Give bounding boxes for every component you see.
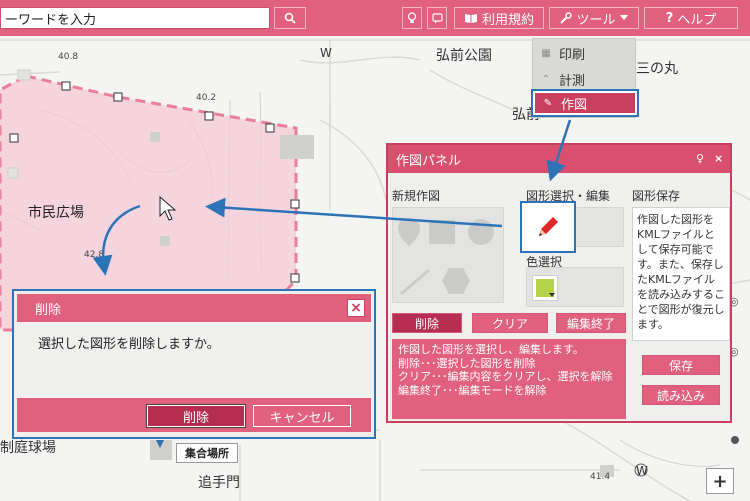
map-label-elev3: 42.8 [84, 250, 105, 260]
save-description: 作図した図形をKMLファイルとして保存可能です。また、保存したKMLファイルを読… [632, 207, 730, 341]
terms-button[interactable]: 利用規約 [454, 7, 544, 29]
help-line-1: 作図した図形を選択し、編集します。 [398, 343, 584, 356]
map-label-sannomaru: 三の丸 [636, 61, 678, 77]
delete-dialog-message: 選択した図形を削除しますか。 [38, 337, 220, 352]
search-button[interactable] [274, 7, 306, 29]
close-icon[interactable]: × [714, 152, 723, 165]
draw-panel-header: 作図パネル [388, 145, 730, 173]
menu-item-draw[interactable]: ✎ 作図 [531, 89, 639, 117]
measure-icon: ⌃ [541, 73, 551, 85]
map-label-elev1: 40.8 [58, 52, 79, 62]
caret-down-icon [549, 293, 555, 297]
circle-tool [468, 219, 494, 245]
zoom-in-button[interactable]: + [706, 468, 734, 494]
select-edit-button[interactable] [520, 201, 576, 253]
close-icon[interactable]: × [347, 299, 365, 317]
question-icon: ? [665, 10, 674, 26]
map-label-park: 弘前公園 [436, 48, 492, 64]
help-line-2: 削除･･･選択した図形を削除 [398, 356, 536, 370]
tools-label: ツール [576, 12, 616, 28]
print-icon: ▦ [541, 47, 551, 59]
save-button[interactable]: 保存 [642, 355, 720, 375]
map-label-w2: W [636, 464, 648, 478]
delete-dialog-title: 削除 [35, 302, 62, 318]
shape-tool-icons [398, 218, 494, 296]
map-label-w1: W [320, 46, 332, 60]
map-label-outeumon: 追手門 [198, 475, 240, 491]
map-label-stadium: 制庭球場 [0, 440, 56, 456]
point-tool [398, 218, 420, 246]
clear-button[interactable]: クリア [472, 313, 548, 333]
save-title: 図形保存 [632, 189, 681, 203]
help-button[interactable]: ? ヘルプ [644, 7, 738, 29]
delete-confirm-dialog: 削除 × 選択した図形を削除しますか。 削除 キャンセル [12, 289, 376, 439]
help-line-3: クリア･･･編集内容をクリアし、選択を解除 [398, 370, 613, 383]
cancel-button[interactable]: キャンセル [253, 405, 351, 427]
hexagon-tool [442, 268, 470, 294]
color-swatch-button[interactable] [532, 275, 558, 301]
new-draw-tools [392, 207, 504, 303]
search-icon [284, 12, 296, 24]
delete-shape-button[interactable]: 削除 [392, 313, 462, 333]
terms-label: 利用規約 [481, 12, 534, 28]
menu-item-measure[interactable]: ⌃ 計測 [533, 67, 637, 91]
top-toolbar: 利用規約 ツール ? ヘルプ [0, 0, 750, 36]
tools-dropdown-menu: ▦ 印刷 ⌃ 計測 ✎ 作図 [531, 38, 639, 118]
menu-item-draw-label: 作図 [561, 97, 588, 113]
pencil-icon: ✎ [543, 97, 553, 109]
lightbulb-icon[interactable]: ♀ [696, 152, 704, 165]
line-tool [400, 268, 430, 296]
map-label-plaza: 市民広場 [28, 205, 84, 221]
lightbulb-icon [407, 12, 417, 23]
draw-panel-title: 作図パネル [396, 153, 462, 169]
pencil-icon [539, 217, 558, 236]
confirm-delete-button[interactable]: 削除 [146, 404, 246, 428]
help-label: ヘルプ [677, 12, 717, 28]
tips-button[interactable] [402, 7, 422, 29]
delete-dialog-header: 削除 × [17, 294, 371, 322]
caret-down-icon [619, 15, 628, 20]
new-draw-title: 新規作図 [392, 189, 441, 203]
menu-item-measure-label: 計測 [559, 73, 586, 89]
tools-button[interactable]: ツール [549, 7, 639, 29]
draw-panel: 作図パネル ♀ × 新規作図 図形選択・編集 図形保存 色選択 削除 クリア 編… [386, 143, 732, 423]
polygon-tool [429, 220, 455, 244]
wrench-icon [560, 12, 573, 24]
comment-icon [431, 12, 443, 23]
load-button[interactable]: 読み込み [642, 385, 720, 405]
book-icon [464, 13, 477, 23]
help-line-4: 編集終了･･･編集モードを解除 [398, 383, 547, 397]
draw-panel-help-text: 作図した図形を選択し、編集します。 削除･･･選択した図形を削除 クリア･･･編… [392, 339, 626, 419]
search-input[interactable] [0, 7, 270, 29]
comment-button[interactable] [427, 7, 447, 29]
menu-item-print[interactable]: ▦ 印刷 [533, 41, 637, 65]
end-edit-button[interactable]: 編集終了 [556, 313, 626, 333]
assembly-point-label: 集合場所 [176, 443, 238, 463]
map-label-elev4: 41.4 [590, 472, 611, 482]
map-label-elev2: 40.2 [196, 93, 217, 103]
delete-dialog-footer: 削除 キャンセル [17, 398, 371, 432]
menu-item-print-label: 印刷 [559, 47, 586, 63]
